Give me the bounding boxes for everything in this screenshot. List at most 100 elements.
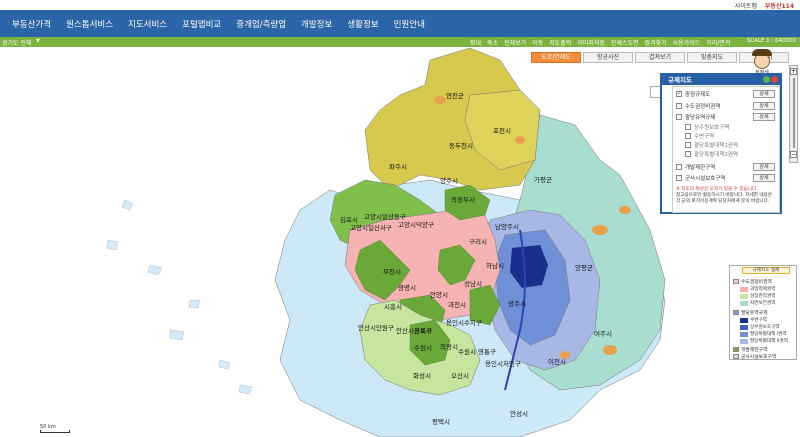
regulation-panel: 규제지도 ✓ 중점규제도 상세 수도권정비권역 상세 팔당유역규제 상세 상수원… [660,73,782,214]
tool-measure[interactable]: 거리/면적 [706,38,730,47]
layer-checkbox[interactable] [676,164,682,170]
zoom-out-icon[interactable]: − [790,151,797,158]
place-label: 이천시 [548,357,566,366]
detail-button[interactable]: 상세 [753,174,775,182]
close-icon[interactable] [771,76,778,83]
detail-button[interactable]: 상세 [753,163,775,171]
layer-row[interactable]: 개발제한구역 [676,163,715,171]
layer-checkbox[interactable] [685,151,691,157]
nav-item-broker[interactable]: 중개업/측량업 [236,18,286,30]
place-label: 하남시 [486,261,504,270]
place-label: 용인시수지구 [446,318,482,327]
place-label: 연천군 [446,91,464,100]
legend-swatch [733,354,739,359]
place-label: 의정부시 [451,195,475,204]
tool-zoom-out[interactable]: 축소 [487,38,498,47]
legend-item: 상수원보호구역 [740,324,780,330]
place-label: 동두천시 [449,141,473,150]
panel-notice: ※ 지도의 특성상 오차가 있을 수 있습니다. 참고용으로만 활용하시기 바랍… [676,187,778,205]
nav-item-price[interactable]: 부동산가격 [12,18,51,30]
chevron-down-icon[interactable]: ▼ [36,38,40,44]
legend-item-label: 성장관리권역 [750,294,776,299]
map-toolbar: 경기도 전체 ▼ 확대 축소 전체보기 이동 지도출력 이미지저장 인쇄스도면 … [0,37,800,47]
nav-item-civil[interactable]: 민원안내 [394,18,425,30]
nav-item-map-service[interactable]: 지도서비스 [128,18,167,30]
layer-checkbox[interactable]: ✓ [676,91,682,97]
layer-label: 군사시설보호구역 [685,176,726,182]
tool-guide[interactable]: 사용가이드 [673,38,701,47]
layer-row[interactable]: 팔당유역규제 [676,113,715,121]
layer-label: 팔당유역규제 [685,115,716,121]
place-label: 용인시처인구 [485,359,521,368]
tool-print-plan[interactable]: 인쇄스도면 [611,38,639,47]
minimize-icon[interactable] [763,76,770,83]
sublayer-row[interactable]: 팔당특별대책1권역 [685,141,738,149]
legend-group-label: 팔당유역규제 [741,311,768,316]
legend-swatch [740,300,748,306]
tool-favorites[interactable]: 즐겨찾기 [645,38,667,47]
legend-group: 군사시설보호구역 [733,353,776,360]
layer-row[interactable]: 수도권정비권역 [676,102,720,110]
place-label: 화성시 [413,371,431,380]
layer-label: 개발제한구역 [685,165,716,171]
tool-zoom-in[interactable]: 확대 [470,38,481,47]
zoom-in-icon[interactable]: + [790,68,797,75]
map-legend: 규제지도 범례 수도권정비권역 과밀억제권역 성장관리권역 자연보전권역 팔당유… [729,265,797,360]
layer-checkbox[interactable] [676,175,682,181]
legend-group: 수도권정비권역 [733,278,772,285]
legend-swatch [733,310,739,315]
legend-item: 팔당특별대책 I권역 [740,331,787,337]
detail-button[interactable]: 상세 [753,90,775,98]
layer-checkbox[interactable] [685,133,691,139]
nav-item-portal-compare[interactable]: 포털맵비교 [182,18,221,30]
tab-road-map[interactable]: 도로/연제도 [531,52,581,63]
place-label: 안산시단원구 [358,323,394,332]
detail-button[interactable]: 상세 [753,102,775,110]
place-label: 수원시 영통구 [458,347,496,356]
layer-checkbox[interactable] [676,103,682,109]
legend-item: 팔당특별대책 II권역 [740,338,788,344]
map-canvas[interactable]: 연천군 포천시 동두천시 파주시 양주시 가평군 의정부시 고양시일산동구 김포… [0,47,800,437]
legend-item-label: 팔당특별대책 I권역 [750,332,787,337]
zoom-slider[interactable]: + − [789,65,798,163]
panel-title: 규제지도 [668,76,692,84]
tool-full-view[interactable]: 전체보기 [504,38,526,47]
sublayer-row[interactable]: 팔당특별대책2권역 [685,150,738,158]
tool-pan[interactable]: 이동 [532,38,543,47]
brand-logo[interactable]: 부동산114 [765,3,794,10]
place-label: 오산시 [451,371,469,380]
tool-print[interactable]: 지도출력 [549,38,571,47]
detail-button[interactable]: 상세 [753,113,775,121]
layer-checkbox[interactable] [676,114,682,120]
layer-checkbox[interactable] [685,142,691,148]
tab-custom-map[interactable]: 맞춤지도 [687,52,737,63]
tool-save-image[interactable]: 이미지저장 [577,38,605,47]
legend-item: 수변구역 [740,317,767,323]
legend-item: 과밀억제권역 [740,286,775,292]
place-label: 평택시 [432,417,450,426]
sublayer-row[interactable]: 상수원보호구역 [685,123,729,131]
layer-row[interactable]: 군사시설보호구역 [676,174,725,182]
nav-item-onestop[interactable]: 원스톱서비스 [66,18,113,30]
layer-checkbox[interactable] [685,124,691,130]
nav-item-development[interactable]: 개발정보 [301,18,332,30]
region-select[interactable]: 경기도 전체 [2,38,32,47]
legend-swatch [733,279,739,284]
zoom-track[interactable] [792,78,795,148]
place-label: 시흥시 [384,302,402,311]
place-label: 안성시 [510,409,528,418]
tab-aerial[interactable]: 항공사진 [583,52,633,63]
sitemap-link[interactable]: 사이트맵 [735,3,757,10]
scale-line [40,430,70,433]
sublayer-row[interactable]: 수변구역 [685,132,714,140]
place-label: 여주시 [594,329,612,338]
tab-overlay[interactable]: 겹쳐보기 [635,52,685,63]
nav-item-life-info[interactable]: 생활정보 [347,18,378,30]
sublayer-label: 팔당특별대책2권역 [694,152,738,158]
main-navigation: 부동산가격 원스톱서비스 지도서비스 포털맵비교 중개업/측량업 개발정보 생활… [0,10,800,37]
place-label: 양주시 [440,177,458,185]
map-scale-bar: 50 km [40,424,70,433]
place-label: 광명시 [398,283,416,292]
layer-row[interactable]: ✓ 중점규제도 [676,90,710,98]
layer-label: 중점규제도 [685,92,711,98]
